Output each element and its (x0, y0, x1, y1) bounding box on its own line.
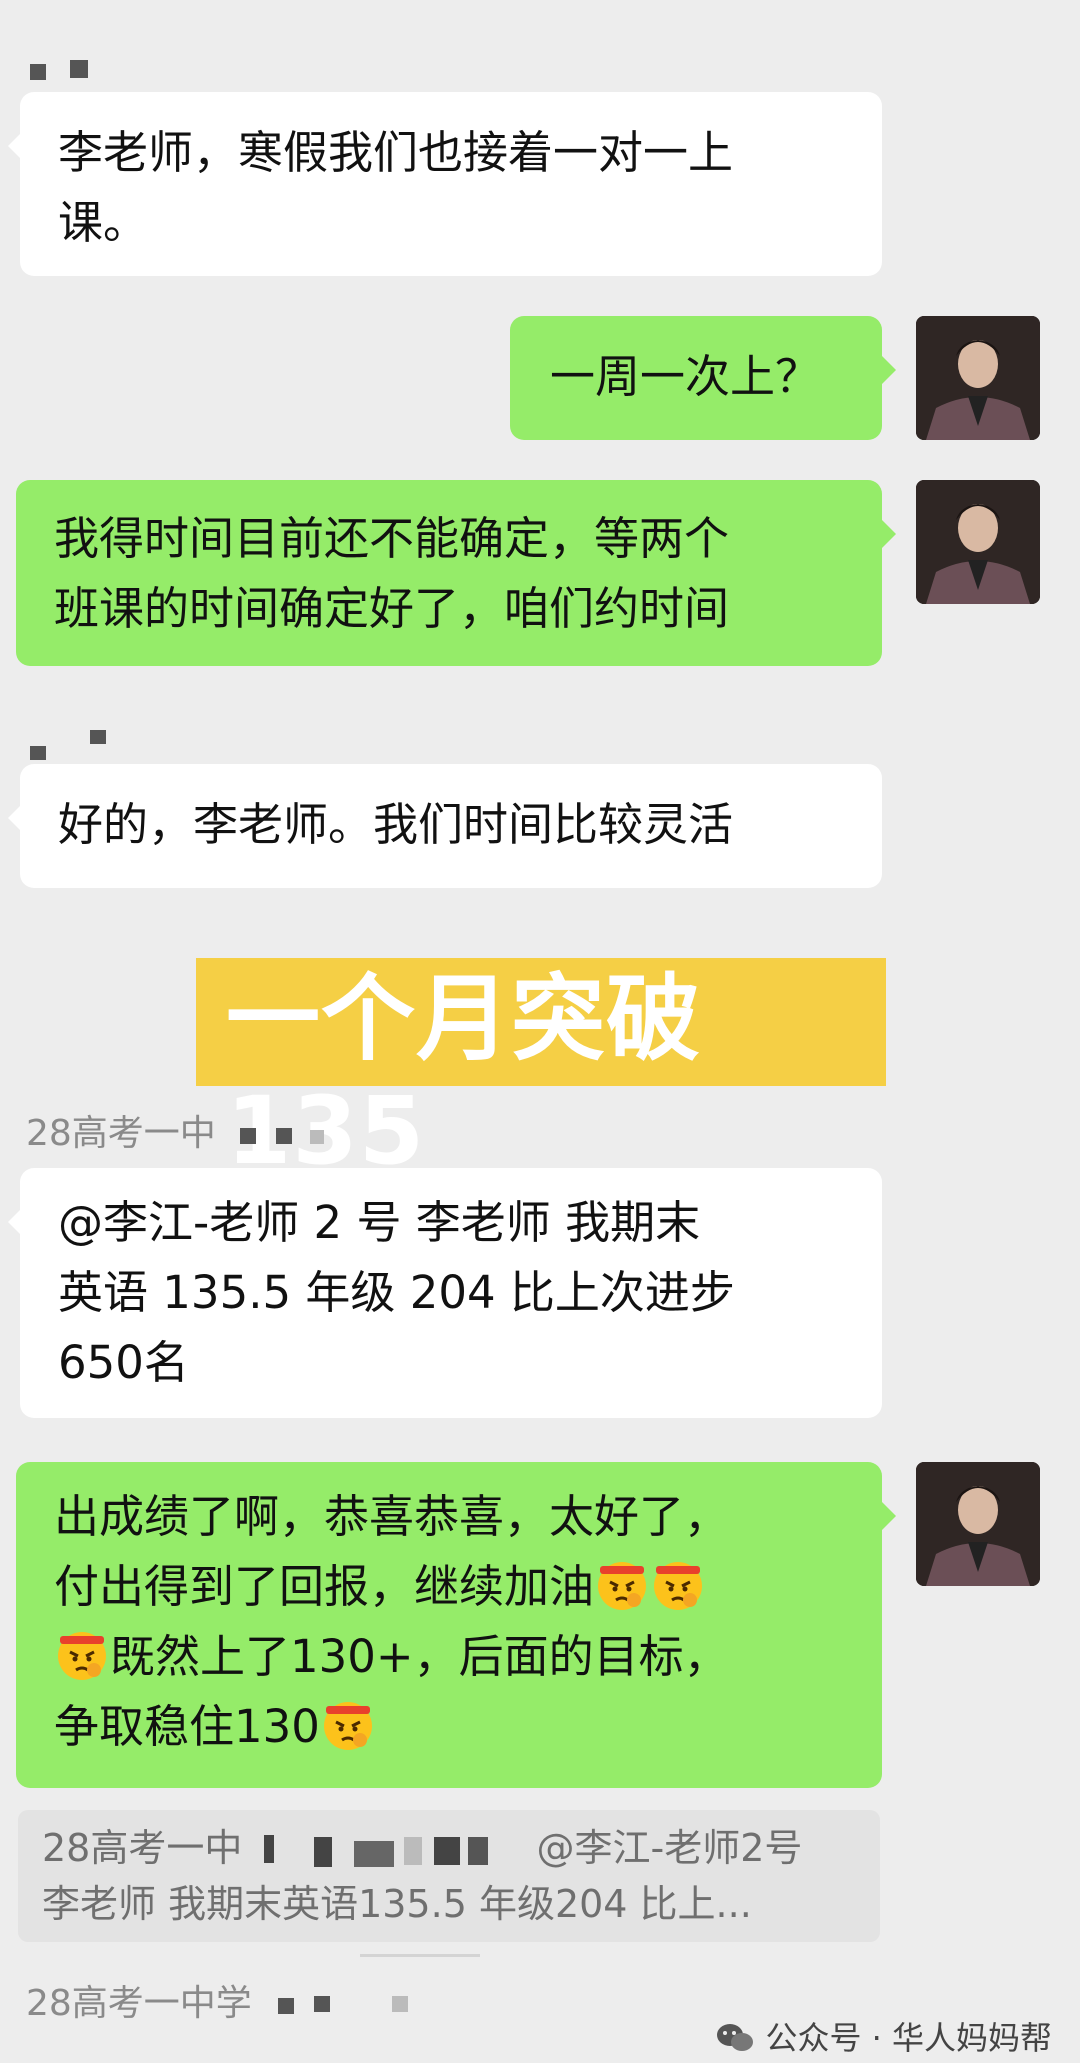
message-bubble-outgoing[interactable]: 一周一次上？ (510, 316, 896, 440)
quote-header: 28高考一中 @李江-老师2号 (42, 1820, 860, 1876)
message-line: 英语 135.5 年级 204 比上次进步 (58, 1266, 735, 1319)
redacted-name-pixel (276, 1128, 292, 1144)
divider (360, 1954, 480, 1957)
highlight-banner: 一个月突破135 (196, 958, 886, 1186)
redacted-avatar-pixel (30, 746, 46, 760)
sender-name: 28高考一中 (26, 1112, 216, 1156)
message-bubble-incoming[interactable]: @李江-老师 2 号 李老师 我期末 英语 135.5 年级 204 比上次进步… (8, 1168, 882, 1418)
redacted-avatar-pixel (30, 64, 46, 80)
message-line: 好的，李老师。我们时间比较灵活 (58, 798, 734, 851)
quote-sender: 28高考一中 (42, 1826, 243, 1870)
quoted-message[interactable]: 28高考一中 @李江-老师2号 李老师 我期末英语135.5 年级204 比上.… (18, 1810, 880, 1942)
message-line: 付出得到了回报，继续加油 (54, 1552, 882, 1622)
redacted-name-pixel (392, 1996, 408, 2012)
message-bubble-incoming[interactable]: 李老师，寒假我们也接着一对一上 课。 (8, 92, 882, 276)
sender-name-text: 28高考一中学 (26, 1983, 252, 2024)
wechat-icon (715, 2022, 755, 2054)
message-line: 出成绩了啊，恭喜恭喜，太好了， (54, 1490, 730, 1543)
message-line: 李老师，寒假我们也接着一对一上 (58, 126, 734, 179)
teacher-avatar[interactable] (916, 316, 1040, 440)
angry-face-headband-emoji (54, 1626, 110, 1682)
message-line: 班课的时间确定好了，咱们约时间 (54, 582, 730, 635)
message-bubble-incoming[interactable]: 好的，李老师。我们时间比较灵活 (8, 764, 882, 888)
message-line: 一周一次上？ (550, 350, 821, 403)
redacted-name (254, 1835, 524, 1867)
message-line: 既然上了130+，后面的目标， (54, 1622, 882, 1692)
watermark-text: 公众号 · 华人妈妈帮 (765, 2019, 1052, 2057)
teacher-avatar[interactable] (916, 480, 1040, 604)
angry-face-headband-emoji (594, 1556, 650, 1612)
message-line: 我得时间目前还不能确定，等两个 (54, 512, 730, 565)
message-bubble-outgoing[interactable]: 我得时间目前还不能确定，等两个 班课的时间确定好了，咱们约时间 (16, 480, 896, 666)
redacted-avatar-pixel (90, 730, 106, 744)
message-line: 争取稳住130 (54, 1692, 882, 1762)
sender-name-text: 28高考一中 (26, 1113, 216, 1154)
teacher-avatar[interactable] (916, 1462, 1040, 1586)
message-line: 课。 (58, 196, 149, 249)
redacted-avatar-pixel (70, 60, 88, 78)
message-line: @李江-老师 2 号 李老师 我期末 (58, 1196, 701, 1249)
quote-text: 李老师 我期末英语135.5 年级204 比上... (42, 1882, 752, 1926)
angry-face-headband-emoji (320, 1696, 376, 1752)
redacted-name-pixel (310, 1130, 324, 1144)
watermark: 公众号 · 华人妈妈帮 (715, 2018, 1052, 2058)
message-line: 650名 (58, 1336, 189, 1389)
angry-face-headband-emoji (650, 1556, 706, 1612)
message-bubble-outgoing[interactable]: 出成绩了啊，恭喜恭喜，太好了， 付出得到了回报，继续加油 既然上了130+，后面… (16, 1462, 896, 1788)
sender-name: 28高考一中学 (26, 1982, 252, 2026)
quote-mention: @李江-老师2号 (536, 1826, 803, 1870)
redacted-name-pixel (278, 1998, 294, 2014)
banner-text: 一个月突破135 (226, 965, 702, 1186)
redacted-name-pixel (240, 1128, 256, 1144)
redacted-name-pixel (314, 1996, 330, 2012)
